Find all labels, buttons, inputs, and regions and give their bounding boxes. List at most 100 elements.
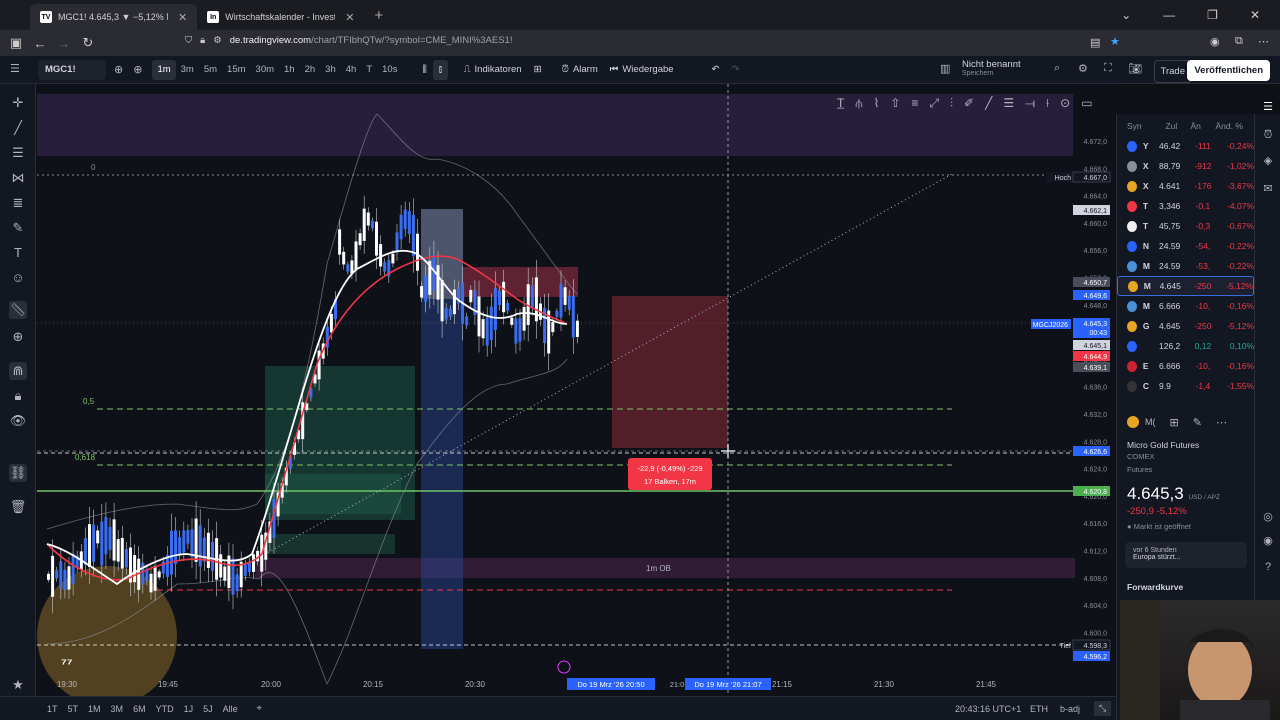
- watchlist-row[interactable]: E 6.666 -10, -0,16%: [1117, 356, 1254, 376]
- target-icon[interactable]: ◎: [1261, 510, 1275, 524]
- emoji-icon[interactable]: ☺: [9, 269, 27, 287]
- edit-icon[interactable]: ✎: [1193, 416, 1202, 429]
- browser-tab-chart[interactable]: TV MGC1! 4.645,3 ▼ −5,12% Nicht ✕: [30, 4, 198, 30]
- timeframe-4h[interactable]: 4h: [341, 60, 362, 80]
- range-5T[interactable]: 5T: [63, 704, 84, 714]
- help-icon[interactable]: ?: [1261, 560, 1275, 574]
- price-chart[interactable]: 0 0,5 0,618 1m OB -22,9 (-0,49%) -229 17…: [37, 84, 1113, 696]
- vertical-line-icon[interactable]: ⟊: [1046, 96, 1049, 111]
- fullscreen-icon[interactable]: ⛶: [1104, 62, 1112, 75]
- watchlist-row[interactable]: N 24.59 -54, -0,22%: [1117, 236, 1254, 256]
- bar-style-icon[interactable]: ⫼: [416, 64, 432, 75]
- text-tool-icon[interactable]: T̲: [837, 96, 844, 110]
- site-settings-icon[interactable]: ⚙: [213, 35, 222, 46]
- range-1T[interactable]: 1T: [42, 704, 63, 714]
- forward-icon[interactable]: →: [52, 36, 76, 51]
- text-tool-icon[interactable]: T: [9, 244, 27, 262]
- trash-icon[interactable]: 🗑︎: [9, 498, 27, 516]
- candles-icon[interactable]: ⫾: [432, 59, 448, 80]
- reload-icon[interactable]: ↻: [76, 35, 100, 51]
- watchlist-row[interactable]: M 4.645 -250 -5,12%: [1117, 276, 1254, 296]
- alerts-icon[interactable]: ⏰︎: [1261, 128, 1275, 142]
- channel-icon[interactable]: ⫶: [950, 96, 953, 111]
- url-field[interactable]: ⛉ 🔒︎ ⚙ de.tradingview.com/chart/TFIbhQTw…: [185, 35, 512, 46]
- watchlist-row[interactable]: X 88,79 -912 -1,02%: [1117, 156, 1254, 176]
- timeframe-T[interactable]: T: [361, 60, 377, 80]
- session-button[interactable]: ETH: [1030, 704, 1048, 714]
- grid-icon[interactable]: ⊞: [1170, 416, 1179, 429]
- menu-icon[interactable]: ⋯: [1258, 35, 1269, 48]
- watchlist-row[interactable]: T 45,75 -0,3 -0,67%: [1117, 216, 1254, 236]
- close-tab-icon[interactable]: ✕: [345, 11, 354, 24]
- replay-button[interactable]: ⏮ Wiedergabe: [604, 64, 680, 75]
- new-tab-icon[interactable]: +: [374, 7, 383, 24]
- arrow-up-icon[interactable]: ⇧: [890, 96, 900, 110]
- minimize-icon[interactable]: —: [1163, 8, 1175, 22]
- col-change[interactable]: Än: [1191, 121, 1216, 136]
- time-axis[interactable]: 19:30 19:45 20:00 20:15 20:30 21:15 21:30 21:45: [57, 680, 997, 689]
- publish-button[interactable]: Veröffentlichen: [1187, 60, 1270, 81]
- expand-icon[interactable]: ⤡: [1094, 701, 1112, 716]
- indicators-button[interactable]: ⎍ Indikatoren: [458, 64, 528, 75]
- pitchfork-icon[interactable]: ⫛: [855, 96, 862, 111]
- fib-icon[interactable]: ≡: [911, 96, 918, 110]
- tv-menu-icon[interactable]: ☰: [10, 62, 20, 75]
- sidebar-toggle-icon[interactable]: ▣: [4, 35, 28, 51]
- chart-area[interactable]: 0 0,5 0,618 1m OB -22,9 (-0,49%) -229 17…: [37, 84, 1113, 696]
- layout-name[interactable]: Nicht benannt Speichern: [962, 59, 1021, 77]
- timeframe-15m[interactable]: 15m: [222, 60, 250, 80]
- favorites-icon[interactable]: ★: [9, 676, 27, 694]
- browser-tab-calendar[interactable]: In Wirtschaftskalender - Investing ✕: [197, 4, 364, 30]
- trade-button[interactable]: Trade: [1153, 60, 1192, 83]
- back-icon[interactable]: ←: [28, 36, 52, 51]
- clock[interactable]: 20:43:16 UTC+1: [955, 704, 1021, 714]
- pattern-tool-icon[interactable]: ⋈: [9, 169, 27, 187]
- crosshair-icon[interactable]: ✛: [9, 94, 27, 112]
- search-icon[interactable]: ⌕: [1054, 62, 1060, 75]
- fib-tool-icon[interactable]: ☰: [9, 144, 27, 162]
- timeframe-2h[interactable]: 2h: [300, 60, 321, 80]
- add-symbol-icon[interactable]: ⊕: [114, 63, 123, 76]
- timeframe-1h[interactable]: 1h: [279, 60, 300, 80]
- timeframe-5m[interactable]: 5m: [199, 60, 222, 80]
- timeframe-10s[interactable]: 10s: [377, 60, 402, 80]
- horizontal-line-icon[interactable]: ⟞: [1025, 96, 1035, 111]
- watchlist-row[interactable]: T 3,346 -0,1 -4,07%: [1117, 196, 1254, 216]
- zoom-icon[interactable]: ⊕: [9, 328, 27, 346]
- camera-icon[interactable]: 📷︎: [1128, 62, 1142, 75]
- news-item[interactable]: vor 6 Stunden Europa stürzt...: [1125, 542, 1247, 568]
- profile-icon[interactable]: ◉: [1210, 35, 1220, 48]
- extension-icon[interactable]: ▤: [1090, 36, 1100, 49]
- timeframe-1m[interactable]: 1m: [152, 59, 176, 80]
- hide-drawings-icon[interactable]: 👁︎: [9, 412, 27, 430]
- timeframe-3m[interactable]: 3m: [176, 60, 199, 80]
- watchlist-row[interactable]: M 24.59 -53, -0,22%: [1117, 256, 1254, 276]
- watchlist-row[interactable]: M 6.666 -10, -0,16%: [1117, 296, 1254, 316]
- watchlist-row[interactable]: X 4.641 -176 -3,67%: [1117, 176, 1254, 196]
- link-icon[interactable]: ⛓: [9, 464, 27, 482]
- elliott-wave-icon[interactable]: ⌇: [873, 96, 879, 110]
- adjustment-button[interactable]: b-adj: [1060, 704, 1080, 714]
- ray-icon[interactable]: ⤢: [929, 96, 939, 111]
- range-6M[interactable]: 6M: [128, 704, 151, 714]
- alarm-button[interactable]: ⏰︎ Alarm: [556, 64, 604, 75]
- measure-ruler-icon[interactable]: 📏︎: [9, 301, 27, 319]
- more-icon[interactable]: ⋯: [1216, 416, 1227, 429]
- settings-icon[interactable]: ⚙: [1078, 62, 1088, 75]
- trend-line-icon[interactable]: ╱: [9, 119, 27, 137]
- close-window-icon[interactable]: ✕: [1250, 8, 1260, 22]
- close-tab-icon[interactable]: ✕: [178, 11, 187, 24]
- brush-icon[interactable]: ✎: [9, 219, 27, 237]
- extensions-icon[interactable]: ⧉: [1235, 35, 1243, 48]
- lock-drawings-icon[interactable]: 🔒︎: [9, 387, 27, 405]
- lightning-icon[interactable]: [557, 660, 571, 674]
- layers-icon[interactable]: ◈: [1261, 154, 1275, 168]
- redo-icon[interactable]: ↷: [726, 64, 746, 75]
- watchlist-row[interactable]: C 9.9 -1,4 -1,55%: [1117, 376, 1254, 396]
- range-1J[interactable]: 1J: [179, 704, 199, 714]
- signal-icon[interactable]: ◉: [1261, 534, 1275, 548]
- symbol-search[interactable]: MGC1!: [38, 59, 106, 80]
- compare-icon[interactable]: ⊕: [133, 63, 142, 76]
- watchlist-row[interactable]: Y 46.42 -111 -0,24%: [1117, 136, 1254, 156]
- layouts-icon[interactable]: ⊞: [528, 64, 548, 75]
